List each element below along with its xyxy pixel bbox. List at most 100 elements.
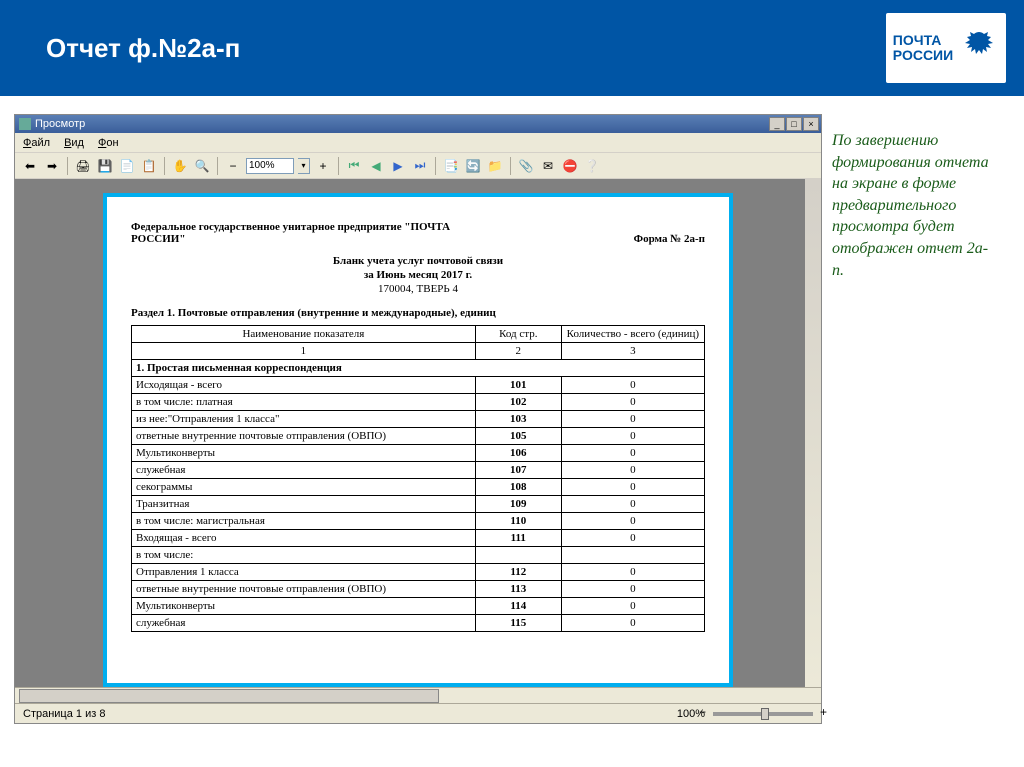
menu-view[interactable]: Вид — [64, 137, 84, 149]
col-code: Код стр. — [475, 326, 561, 343]
zoom-slider-knob[interactable] — [761, 708, 769, 720]
table-row: Мультиконверты1060 — [132, 445, 705, 462]
help-icon[interactable]: ❔ — [583, 157, 601, 175]
zoom-in-icon[interactable]: + — [314, 157, 332, 175]
row-code: 114 — [475, 598, 561, 615]
maximize-button[interactable]: □ — [786, 117, 802, 131]
report-page: Федеральное государственное унитарное пр… — [103, 193, 733, 687]
colnum-2: 2 — [475, 343, 561, 360]
print-icon[interactable]: 🖨 — [74, 157, 92, 175]
zoom-icon[interactable]: 🔍 — [193, 157, 211, 175]
row-qty: 0 — [561, 615, 704, 632]
row-label: служебная — [132, 462, 476, 479]
eagle-icon — [959, 28, 999, 68]
row-label: Транзитная — [132, 496, 476, 513]
row-label: Исходящая - всего — [132, 377, 476, 394]
form-number: Форма № 2а-п — [634, 233, 705, 245]
row-qty: 0 — [561, 462, 704, 479]
row-label: Мультиконверты — [132, 598, 476, 615]
row-qty: 0 — [561, 598, 704, 615]
row-code: 113 — [475, 581, 561, 598]
last-page-icon[interactable]: ⏭ — [411, 157, 429, 175]
slide-header: Отчет ф.№2а-п ПОЧТА РОССИИ — [0, 0, 1024, 96]
row-label: ответные внутренние почтовые отправления… — [132, 428, 476, 445]
zoom-slider[interactable] — [713, 712, 813, 716]
zoom-out-icon[interactable]: − — [224, 157, 242, 175]
doc-period: за Июнь месяц 2017 г. — [131, 269, 705, 281]
table-row: Исходящая - всего1010 — [132, 377, 705, 394]
prev-page-icon[interactable]: ◀ — [367, 157, 385, 175]
group-row: 1. Простая письменная корреспонденция — [132, 360, 705, 377]
titlebar: Просмотр _ □ × — [15, 115, 821, 133]
row-code: 110 — [475, 513, 561, 530]
vertical-scrollbar-thumb[interactable] — [806, 197, 820, 247]
colnum-3: 3 — [561, 343, 704, 360]
mail-icon[interactable]: ✉ — [539, 157, 557, 175]
preview-window: Просмотр _ □ × Файл Вид Фон ⬅ ➡ 🖨 💾 📄 📋 … — [14, 114, 822, 724]
back-icon[interactable]: ⬅ — [21, 157, 39, 175]
refresh-icon[interactable]: 🔄 — [464, 157, 482, 175]
row-code — [475, 547, 561, 564]
export-icon[interactable]: 📄 — [118, 157, 136, 175]
statusbar: Страница 1 из 8 100% — [15, 703, 821, 723]
colnum-1: 1 — [132, 343, 476, 360]
row-qty: 0 — [561, 377, 704, 394]
row-qty: 0 — [561, 479, 704, 496]
table-row: Мультиконверты1140 — [132, 598, 705, 615]
zoom-value[interactable]: 100% — [246, 158, 294, 174]
row-label: в том числе: платная — [132, 394, 476, 411]
attach-icon[interactable]: 📎 — [517, 157, 535, 175]
menu-background[interactable]: Фон — [98, 137, 119, 149]
row-label: Отправления 1 класса — [132, 564, 476, 581]
horizontal-scrollbar-thumb[interactable] — [19, 689, 439, 703]
row-label: в том числе: — [132, 547, 476, 564]
app-icon — [19, 118, 31, 130]
row-qty: 0 — [561, 445, 704, 462]
row-qty: 0 — [561, 530, 704, 547]
row-label: служебная — [132, 615, 476, 632]
layout-icon[interactable]: 📑 — [442, 157, 460, 175]
row-label: из нее:"Отправления 1 класса" — [132, 411, 476, 428]
table-row: Входящая - всего1110 — [132, 530, 705, 547]
row-code: 105 — [475, 428, 561, 445]
row-code: 102 — [475, 394, 561, 411]
doc-title: Бланк учета услуг почтовой связи — [131, 255, 705, 267]
table-row: из нее:"Отправления 1 класса"1030 — [132, 411, 705, 428]
table-row: служебная1070 — [132, 462, 705, 479]
forward-icon[interactable]: ➡ — [43, 157, 61, 175]
row-label: Мультиконверты — [132, 445, 476, 462]
row-qty: 0 — [561, 564, 704, 581]
table-row: Отправления 1 класса1120 — [132, 564, 705, 581]
row-code: 109 — [475, 496, 561, 513]
logo-line1: ПОЧТА — [893, 33, 953, 48]
first-page-icon[interactable]: ⏮ — [345, 157, 363, 175]
horizontal-scrollbar[interactable] — [15, 687, 821, 703]
zoom-dropdown-icon[interactable]: ▾ — [298, 158, 310, 174]
save-icon[interactable]: 💾 — [96, 157, 114, 175]
row-qty: 0 — [561, 513, 704, 530]
minimize-button[interactable]: _ — [769, 117, 785, 131]
row-qty: 0 — [561, 496, 704, 513]
row-code: 103 — [475, 411, 561, 428]
col-name: Наименование показателя — [132, 326, 476, 343]
row-code: 106 — [475, 445, 561, 462]
page-viewport[interactable]: Федеральное государственное унитарное пр… — [15, 179, 821, 687]
close-button[interactable]: × — [803, 117, 819, 131]
hand-icon[interactable]: ✋ — [171, 157, 189, 175]
row-label: Входящая - всего — [132, 530, 476, 547]
row-code: 112 — [475, 564, 561, 581]
stop-icon[interactable]: ⛔ — [561, 157, 579, 175]
table-row: ответные внутренние почтовые отправления… — [132, 428, 705, 445]
copy-icon[interactable]: 📋 — [140, 157, 158, 175]
row-label: секограммы — [132, 479, 476, 496]
row-code: 108 — [475, 479, 561, 496]
row-qty — [561, 547, 704, 564]
next-page-icon[interactable]: ▶ — [389, 157, 407, 175]
table-row: служебная1150 — [132, 615, 705, 632]
col-qty: Количество - всего (единиц) — [561, 326, 704, 343]
side-description: По завершению формирования отчета на экр… — [832, 114, 992, 724]
menu-file[interactable]: Файл — [23, 137, 50, 149]
table-row: секограммы1080 — [132, 479, 705, 496]
folder-icon[interactable]: 📁 — [486, 157, 504, 175]
org-name: Федеральное государственное унитарное пр… — [131, 221, 471, 245]
